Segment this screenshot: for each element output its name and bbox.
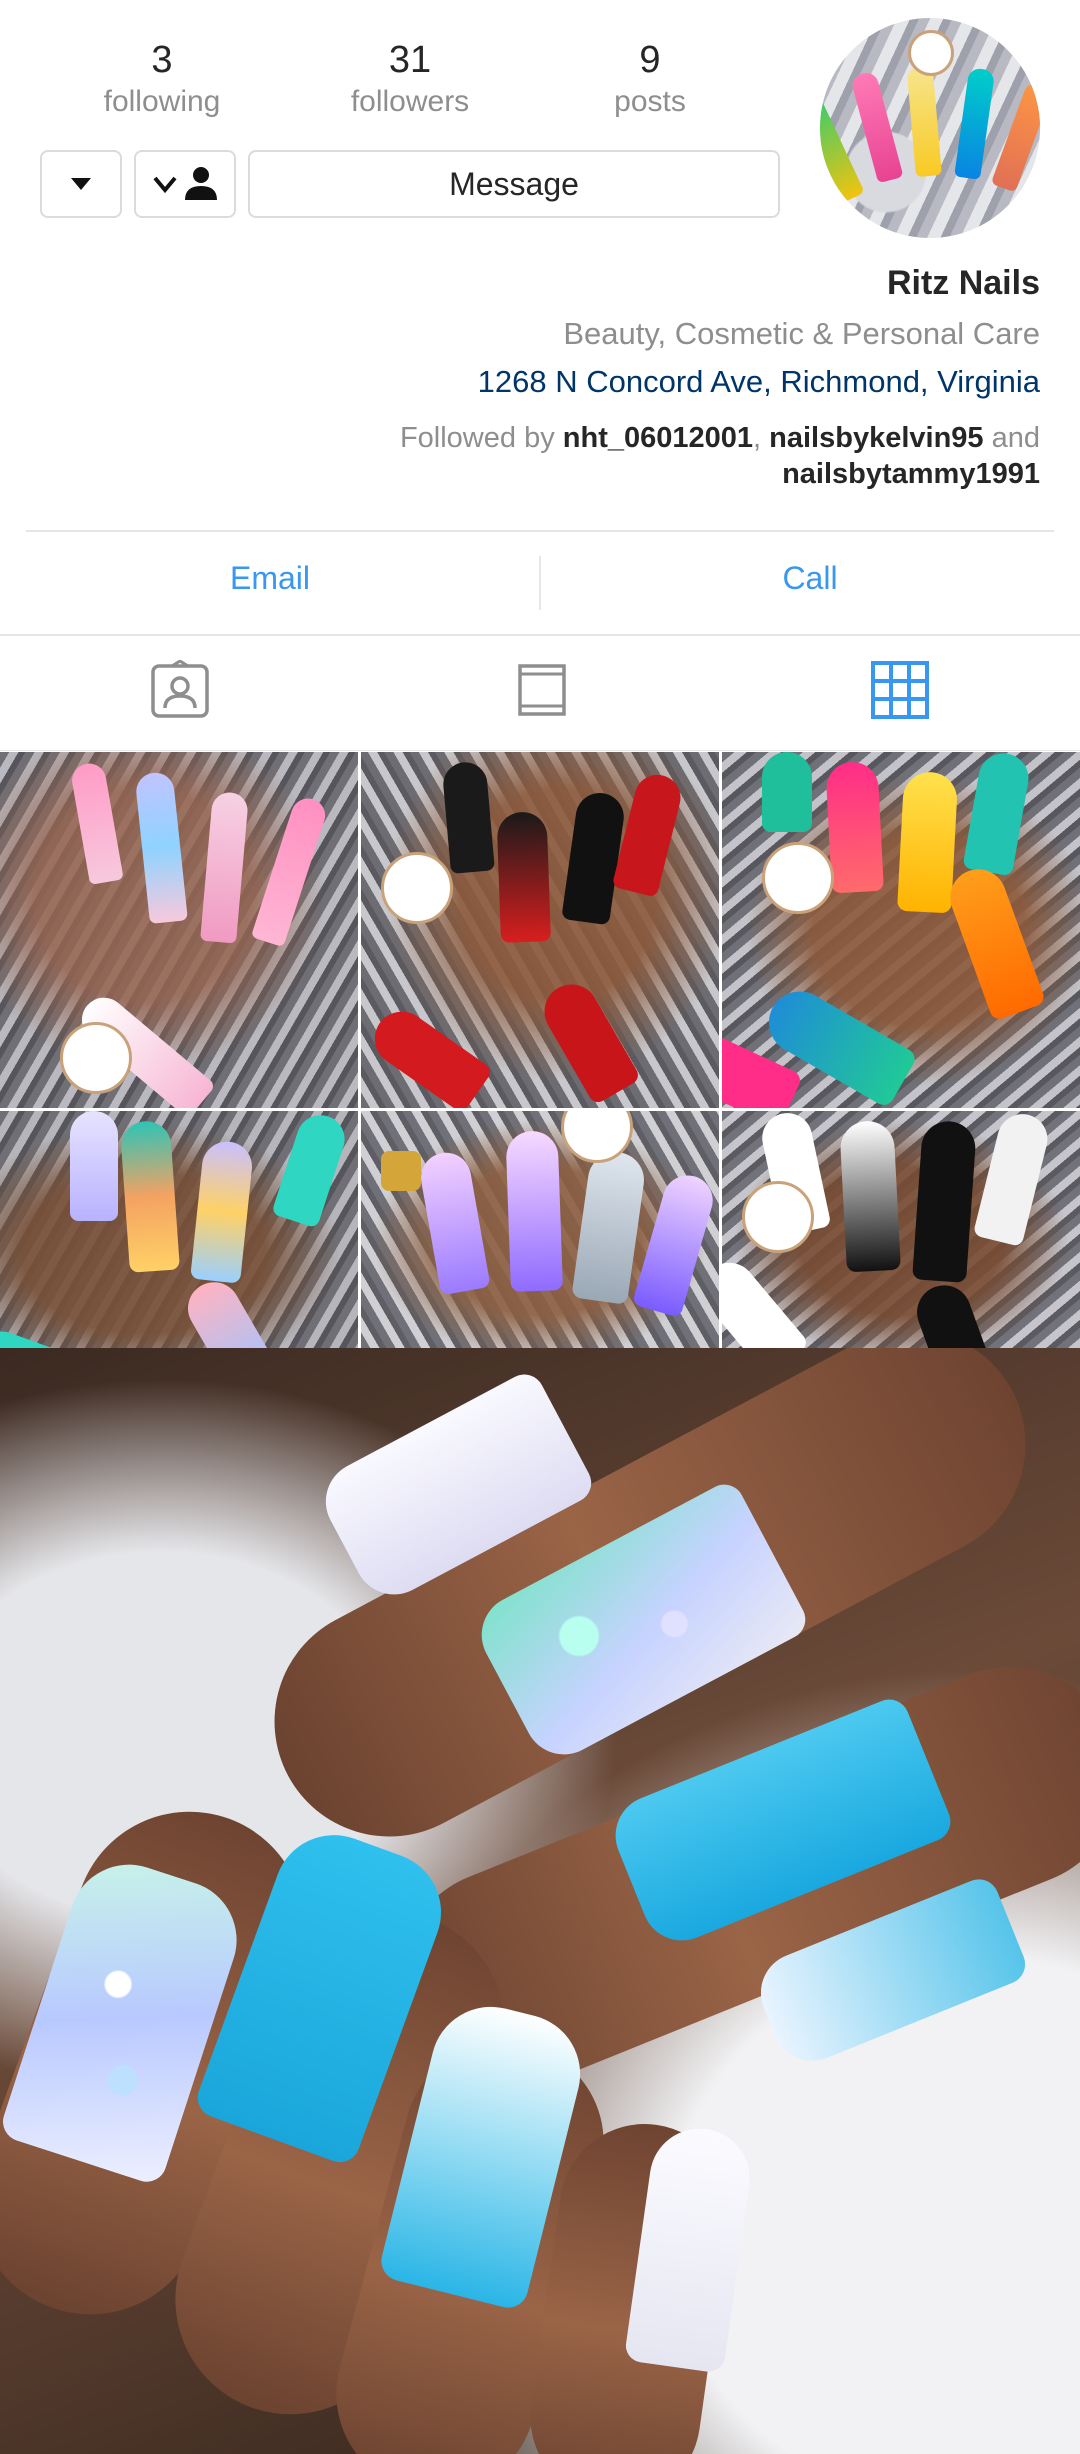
stat-followers[interactable]: 31 followers <box>320 38 500 120</box>
profile-address[interactable]: 1268 N Concord Ave, Richmond, Virginia <box>40 364 1040 400</box>
watermark-logo <box>908 30 954 76</box>
grid-icon <box>871 661 929 719</box>
followed-by-prefix: Followed by <box>399 422 555 454</box>
following-count: 3 <box>151 39 173 81</box>
divider <box>0 634 1080 636</box>
post-thumbnail[interactable] <box>722 752 1080 1108</box>
divider <box>0 750 1080 751</box>
stat-posts[interactable]: 9 posts <box>560 38 740 120</box>
tab-tagged[interactable] <box>150 659 210 720</box>
call-button[interactable]: Call <box>660 560 960 597</box>
more-options-button[interactable] <box>40 150 122 218</box>
posts-label: posts <box>614 85 686 118</box>
tagged-icon <box>151 659 209 718</box>
followed-by-line[interactable]: Followed by nht_06012001, nailsbykelvin9… <box>40 422 1040 455</box>
following-toggle-button[interactable] <box>134 150 236 218</box>
follower-link[interactable]: nailsbykelvin95 <box>769 422 983 454</box>
watermark-logo <box>60 1022 132 1094</box>
profile-category: Beauty, Cosmetic & Personal Care <box>563 316 1040 351</box>
followed-by-and: and <box>991 422 1040 454</box>
message-button-label: Message <box>449 165 579 202</box>
post-thumbnail[interactable] <box>0 1111 358 1348</box>
email-button[interactable]: Email <box>120 560 420 597</box>
post-thumbnail[interactable] <box>722 1111 1080 1348</box>
followed-separator: , <box>753 422 762 454</box>
post-thumbnail[interactable] <box>361 752 719 1108</box>
featured-photo[interactable] <box>0 1348 1080 2454</box>
caret-down-icon <box>71 178 91 190</box>
following-label: following <box>103 85 221 118</box>
profile-avatar[interactable] <box>820 18 1040 238</box>
followers-label: followers <box>350 85 470 118</box>
watermark-logo <box>381 852 453 924</box>
watermark-logo <box>762 842 834 914</box>
followers-count: 31 <box>388 39 432 81</box>
person-check-icon <box>153 167 217 200</box>
post-thumbnail[interactable] <box>0 752 358 1108</box>
divider <box>26 530 1054 532</box>
follower-link[interactable]: nht_06012001 <box>563 422 753 454</box>
tab-grid[interactable] <box>870 660 930 720</box>
stat-following[interactable]: 3 following <box>72 38 252 120</box>
posts-count: 9 <box>639 39 661 81</box>
follower-link[interactable]: nailsbytammy1991 <box>40 458 1040 491</box>
profile-name: Ritz Nails <box>886 264 1040 302</box>
contact-divider <box>539 556 541 610</box>
feed-icon <box>518 664 566 716</box>
tab-feed[interactable] <box>512 660 572 720</box>
watermark-logo <box>742 1181 814 1253</box>
post-thumbnail[interactable] <box>361 1111 719 1348</box>
message-button[interactable]: Message <box>248 150 780 218</box>
